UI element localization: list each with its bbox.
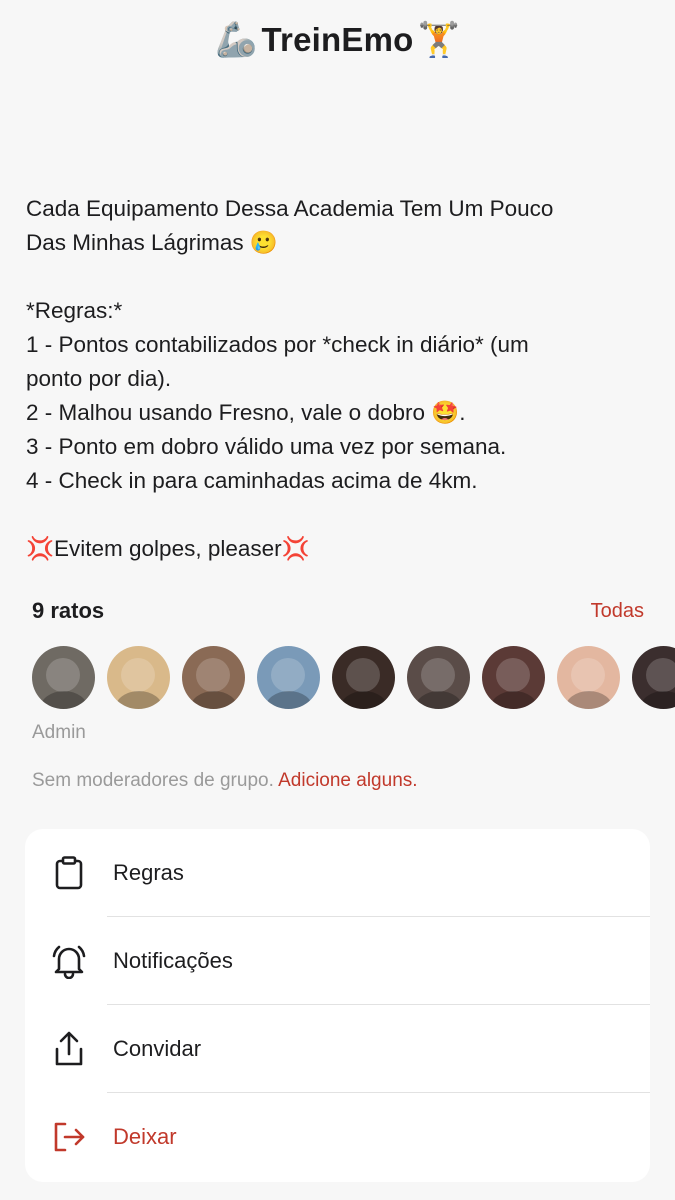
- description-line: 3 - Ponto em dobro válido uma vez por se…: [26, 434, 507, 459]
- weightlifter-icon: 🏋️: [417, 20, 460, 60]
- admin-label: Admin: [32, 722, 86, 743]
- group-header: 🦾 TreinEmo 🏋️: [0, 14, 675, 66]
- moderators-text: Sem moderadores de grupo.: [32, 770, 274, 791]
- member-avatar[interactable]: [107, 646, 170, 709]
- group-title: TreinEmo: [261, 21, 414, 58]
- group-actions-menu: Regras Notificações Convidar Deixar: [25, 829, 650, 1182]
- share-icon: [25, 1005, 113, 1093]
- description-line: 2 - Malhou usando Fresno, vale o dobro 🤩…: [26, 400, 466, 425]
- group-description: Cada Equipamento Dessa Academia Tem Um P…: [26, 192, 646, 566]
- member-avatar[interactable]: [632, 646, 675, 709]
- menu-item-notifications[interactable]: Notificações: [25, 917, 650, 1005]
- clipboard-icon: [25, 829, 113, 917]
- description-line: 4 - Check in para caminhadas acima de 4k…: [26, 468, 478, 493]
- members-header: 9 ratos Todas: [32, 594, 644, 628]
- member-avatar[interactable]: [407, 646, 470, 709]
- moderators-note: Sem moderadores de grupo. Adicione algun…: [32, 770, 418, 792]
- description-line: Das Minhas Lágrimas 🥲: [26, 230, 278, 255]
- menu-item-leave[interactable]: Deixar: [25, 1093, 650, 1181]
- menu-item-label: Convidar: [113, 1036, 202, 1061]
- menu-item-label: Regras: [113, 860, 184, 885]
- member-avatar[interactable]: [332, 646, 395, 709]
- add-moderators-link[interactable]: Adicione alguns.: [278, 770, 417, 791]
- bell-ringing-icon: [25, 917, 113, 1005]
- description-line: Cada Equipamento Dessa Academia Tem Um P…: [26, 196, 554, 221]
- description-line: *Regras:*: [26, 298, 123, 323]
- logout-icon: [25, 1093, 113, 1181]
- description-line: [26, 498, 646, 532]
- description-line: ponto por dia).: [26, 366, 172, 391]
- member-avatar[interactable]: [482, 646, 545, 709]
- members-count: 9 ratos: [32, 598, 105, 623]
- menu-item-label: Deixar: [113, 1124, 177, 1149]
- menu-item-rules[interactable]: Regras: [25, 829, 650, 917]
- description-line: 💢Evitem golpes, pleaser💢: [26, 536, 310, 561]
- mechanical-arm-icon: 🦾: [215, 20, 258, 60]
- group-info-screen: 🦾 TreinEmo 🏋️ Cada Equipamento Dessa Aca…: [0, 0, 675, 1200]
- member-avatar[interactable]: [182, 646, 245, 709]
- member-avatars: [32, 646, 675, 710]
- member-avatar[interactable]: [257, 646, 320, 709]
- menu-item-label: Notificações: [113, 948, 233, 973]
- see-all-members-link[interactable]: Todas: [591, 600, 644, 623]
- member-avatar-admin[interactable]: [32, 646, 95, 709]
- menu-item-invite[interactable]: Convidar: [25, 1005, 650, 1093]
- description-line: [26, 260, 646, 294]
- description-line: 1 - Pontos contabilizados por *check in …: [26, 332, 529, 357]
- member-avatar[interactable]: [557, 646, 620, 709]
